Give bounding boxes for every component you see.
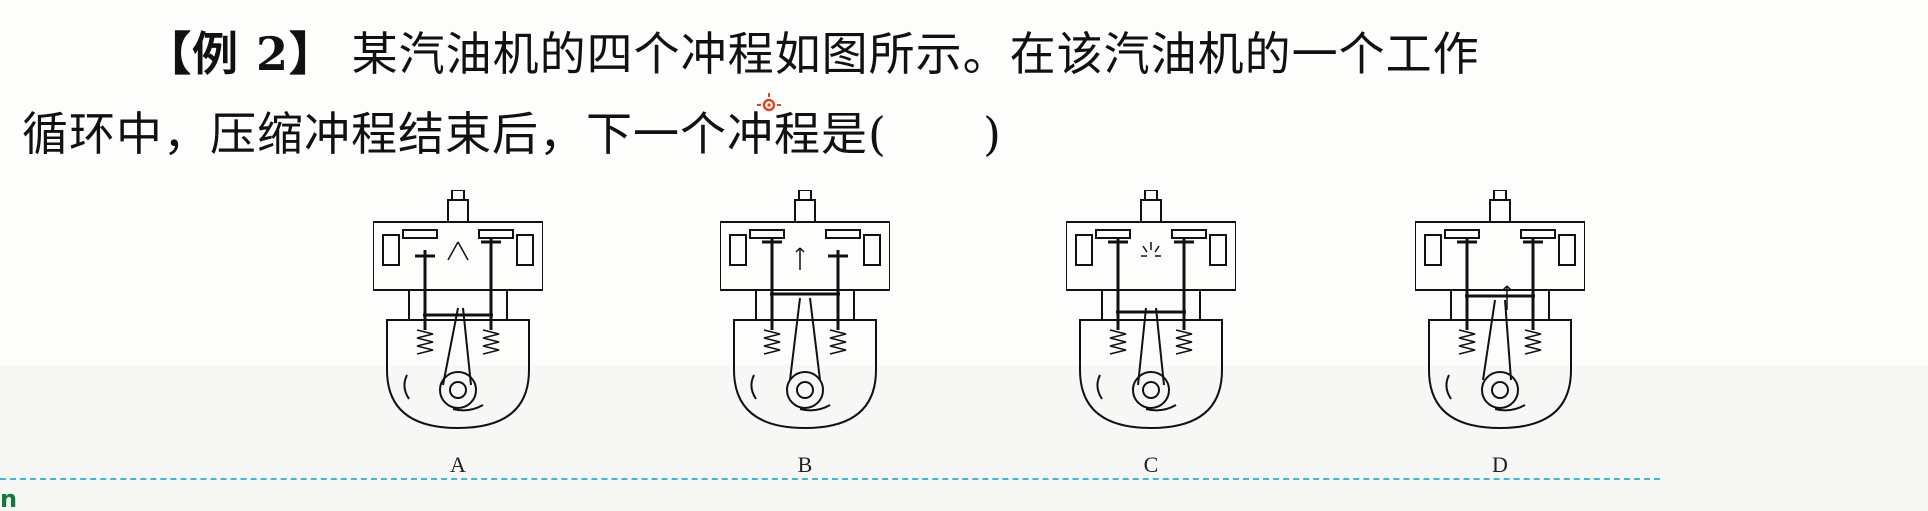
question-line-2: 循环中，压缩冲程结束后，下一个冲程是()	[22, 98, 1002, 164]
question-text-1: 某汽油机的四个冲程如图所示。在该汽油机的一个工作	[351, 27, 1480, 81]
option-label-c: C	[1143, 452, 1159, 477]
example-tag: 【例 2】	[145, 27, 337, 81]
close-paren: )	[982, 107, 1002, 161]
corner-logo-fragment: n	[0, 488, 18, 511]
option-label-b: B	[797, 452, 813, 477]
question-line-1: 【例 2】 某汽油机的四个冲程如图所示。在该汽油机的一个工作	[145, 18, 1480, 84]
engine-diagram-a[interactable]	[373, 190, 543, 430]
question-area: 【例 2】 某汽油机的四个冲程如图所示。在该汽油机的一个工作 循环中，压缩冲程结…	[0, 0, 1928, 365]
laser-pointer-icon	[757, 93, 781, 112]
dashed-divider	[0, 478, 1660, 480]
engine-diagram-c[interactable]	[1066, 190, 1236, 430]
option-label-a: A	[450, 452, 466, 477]
option-label-d: D	[1492, 452, 1508, 477]
engine-diagram-d[interactable]	[1415, 190, 1585, 430]
engine-diagram-b[interactable]	[720, 190, 890, 430]
